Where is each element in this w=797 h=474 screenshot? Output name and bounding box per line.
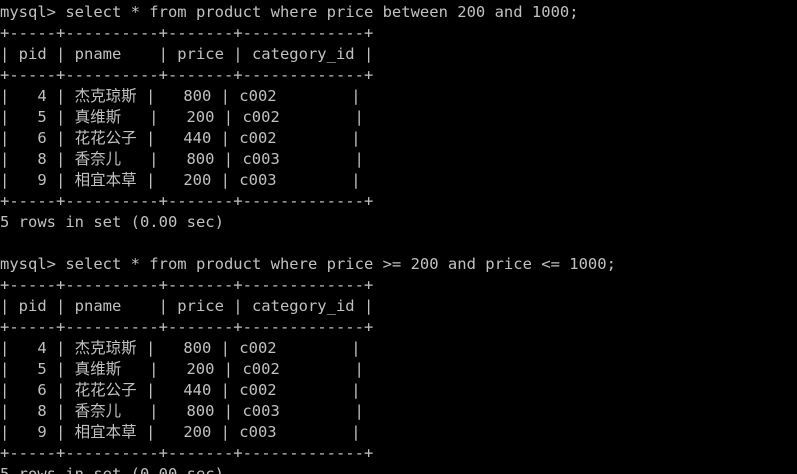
- query-2-prompt: mysql> select * from product where price…: [0, 255, 616, 273]
- terminal-window[interactable]: mysql> select * from product where price…: [0, 0, 797, 474]
- table-2-border-top: +-----+----------+-------+-------------+: [0, 276, 374, 294]
- table-1-header-row: | pid | pname | price | category_id |: [0, 45, 374, 63]
- table-2-row: | 5 | 真维斯 | 200 | c002 |: [0, 360, 364, 378]
- table-2-row: | 4 | 杰克琼斯 | 800 | c002 |: [0, 339, 361, 357]
- table-2-row: | 9 | 相宜本草 | 200 | c003 |: [0, 423, 361, 441]
- table-1-row: | 4 | 杰克琼斯 | 800 | c002 |: [0, 87, 361, 105]
- table-1-row: | 6 | 花花公子 | 440 | c002 |: [0, 129, 361, 147]
- table-1-row: | 8 | 香奈儿 | 800 | c003 |: [0, 150, 364, 168]
- table-2-header-row: | pid | pname | price | category_id |: [0, 297, 374, 315]
- table-2-row: | 6 | 花花公子 | 440 | c002 |: [0, 381, 361, 399]
- table-2-row: | 8 | 香奈儿 | 800 | c003 |: [0, 402, 364, 420]
- table-1-border-top: +-----+----------+-------+-------------+: [0, 24, 374, 42]
- table-2-border-bottom: +-----+----------+-------+-------------+: [0, 444, 374, 462]
- table-2-border-mid: +-----+----------+-------+-------------+: [0, 318, 374, 336]
- query-1-prompt: mysql> select * from product where price…: [0, 3, 579, 21]
- table-1-border-mid: +-----+----------+-------+-------------+: [0, 66, 374, 84]
- table-1-row: | 9 | 相宜本草 | 200 | c003 |: [0, 171, 361, 189]
- table-1-border-bottom: +-----+----------+-------+-------------+: [0, 192, 374, 210]
- query-2-result-summary: 5 rows in set (0.00 sec): [0, 465, 224, 474]
- table-1-row: | 5 | 真维斯 | 200 | c002 |: [0, 108, 364, 126]
- query-1-result-summary: 5 rows in set (0.00 sec): [0, 213, 224, 231]
